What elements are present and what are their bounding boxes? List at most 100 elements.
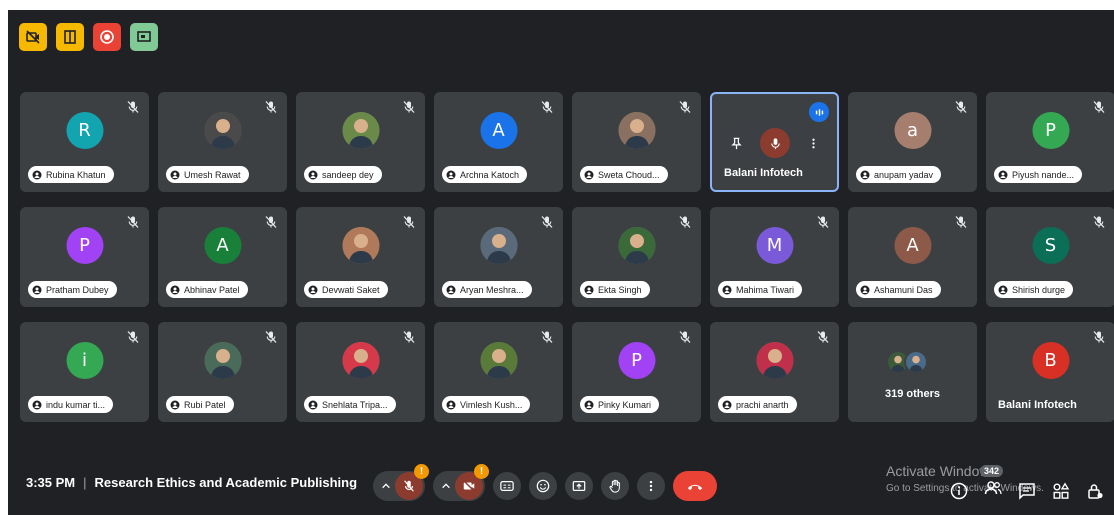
mic-muted-icon [127, 216, 139, 228]
participant-name: Balani Infotech [724, 167, 803, 179]
participant-tile[interactable]: a anupam yadav [848, 92, 977, 192]
captions-icon [500, 481, 514, 491]
participant-tile[interactable]: P Pinky Kumari [572, 322, 701, 422]
participant-name: Pratham Dubey [46, 284, 109, 295]
present-now-button[interactable] [565, 472, 593, 500]
participant-tile[interactable]: i indu kumar ti... [20, 322, 149, 422]
hand-icon [609, 479, 620, 493]
participant-photo [618, 227, 655, 264]
pin-icon [584, 400, 594, 409]
pin-icon [170, 400, 180, 409]
participant-name: Shirish durge [1012, 284, 1066, 295]
camera-off-status[interactable] [19, 23, 47, 51]
call-end-icon [687, 484, 703, 490]
avatar: M [756, 227, 793, 264]
participant-name: Rubina Khatun [46, 169, 106, 180]
mic-control[interactable]: ! [373, 464, 429, 501]
name-chip: Rubi Patel [166, 396, 234, 413]
participant-tile[interactable]: P Piyush nande... [986, 92, 1114, 192]
mic-muted-icon [1093, 101, 1105, 113]
participant-tile[interactable]: Umesh Rawat [158, 92, 287, 192]
participant-tile[interactable]: Ekta Singh [572, 207, 701, 307]
participant-tile[interactable]: Rubi Patel [158, 322, 287, 422]
participant-name: Pinky Kumari [598, 399, 652, 410]
participant-photo [618, 112, 655, 149]
info-icon[interactable] [950, 482, 968, 500]
participant-tile[interactable]: Aryan Meshra... [434, 207, 563, 307]
people-count-badge: 342 [980, 465, 1004, 477]
participant-grid: R Rubina Khatun Umesh Rawat sandeep dey A Arc… [20, 92, 1114, 432]
mic-muted-icon [265, 101, 277, 113]
activities-icon[interactable] [1052, 481, 1070, 500]
more-vert-icon[interactable] [807, 137, 820, 150]
participant-photo [204, 112, 241, 149]
mic-muted-icon [817, 216, 829, 228]
captions-button[interactable] [493, 472, 521, 500]
participant-tile[interactable]: Sweta Choud... [572, 92, 701, 192]
participant-tile[interactable]: A Archna Katoch [434, 92, 563, 192]
name-chip: Archna Katoch [442, 166, 528, 183]
participant-name: Piyush nande... [1012, 169, 1075, 180]
recording-status[interactable] [93, 23, 121, 51]
participant-name: prachi anarth [736, 399, 789, 410]
mute-participant-button[interactable] [760, 128, 790, 158]
others-avatars [886, 350, 928, 374]
participant-tile[interactable]: B Balani Infotech [986, 322, 1114, 422]
meet-window: R Rubina Khatun Umesh Rawat sandeep dey A Arc… [8, 10, 1114, 515]
mic-muted-icon [955, 216, 967, 228]
participant-tile[interactable]: A Ashamuni Das [848, 207, 977, 307]
emoji-button[interactable] [529, 472, 557, 500]
participant-photo [480, 342, 517, 379]
leave-call-button[interactable] [673, 471, 717, 501]
mic-muted-icon [265, 331, 277, 343]
people-button[interactable]: 342 [980, 465, 1004, 502]
chevron-up-icon[interactable] [441, 481, 451, 491]
raise-hand-button[interactable] [601, 472, 629, 500]
participant-tile[interactable]: Vimlesh Kush... [434, 322, 563, 422]
participant-photo [480, 227, 517, 264]
name-chip: Mahima Tiwari [718, 281, 803, 298]
present-status[interactable] [130, 23, 158, 51]
more-options-button[interactable] [637, 472, 665, 500]
participant-tile[interactable]: 319 others [848, 322, 977, 422]
camera-warning-badge: ! [474, 464, 489, 479]
host-controls-icon[interactable] [1086, 482, 1104, 500]
participant-tile[interactable]: S Shirish durge [986, 207, 1114, 307]
pin-icon [32, 170, 42, 179]
mic-muted-icon [541, 101, 553, 113]
pin-tile-icon[interactable] [730, 137, 743, 150]
participant-tile[interactable]: Snehlata Tripa... [296, 322, 425, 422]
participant-tile[interactable]: R Rubina Khatun [20, 92, 149, 192]
mic-muted-icon [1093, 216, 1105, 228]
name-chip: Devwati Saket [304, 281, 388, 298]
bottom-bar: 3:35 PM | Research Ethics and Academic P… [8, 463, 1114, 515]
chat-icon[interactable] [1018, 482, 1036, 500]
pin-icon [446, 400, 456, 409]
name-chip: Pratham Dubey [28, 281, 117, 298]
participant-photo [342, 227, 379, 264]
participant-tile[interactable]: prachi anarth [710, 322, 839, 422]
participant-tile[interactable]: P Pratham Dubey [20, 207, 149, 307]
name-chip: Piyush nande... [994, 166, 1083, 183]
exit-status[interactable] [56, 23, 84, 51]
pin-icon [308, 400, 318, 409]
camera-control[interactable]: ! [433, 464, 489, 501]
participant-name: Snehlata Tripa... [322, 399, 388, 410]
camera-off-icon [26, 30, 40, 44]
participant-tile[interactable]: Devwati Saket [296, 207, 425, 307]
pin-icon [308, 170, 318, 179]
participant-photo [756, 342, 793, 379]
participant-tile[interactable]: Balani Infotech [710, 92, 839, 192]
chevron-up-icon[interactable] [381, 481, 391, 491]
participant-tile[interactable]: sandeep dey [296, 92, 425, 192]
mic-warning-badge: ! [414, 464, 429, 479]
avatar: a [894, 112, 931, 149]
participant-name: Balani Infotech [998, 399, 1077, 411]
avatar: S [1032, 227, 1069, 264]
avatar [904, 350, 928, 374]
others-count-label: 319 others [884, 388, 941, 400]
pin-icon [32, 285, 42, 294]
participant-tile[interactable]: A Abhinav Patel [158, 207, 287, 307]
participant-tile[interactable]: M Mahima Tiwari [710, 207, 839, 307]
name-chip: Abhinav Patel [166, 281, 248, 298]
